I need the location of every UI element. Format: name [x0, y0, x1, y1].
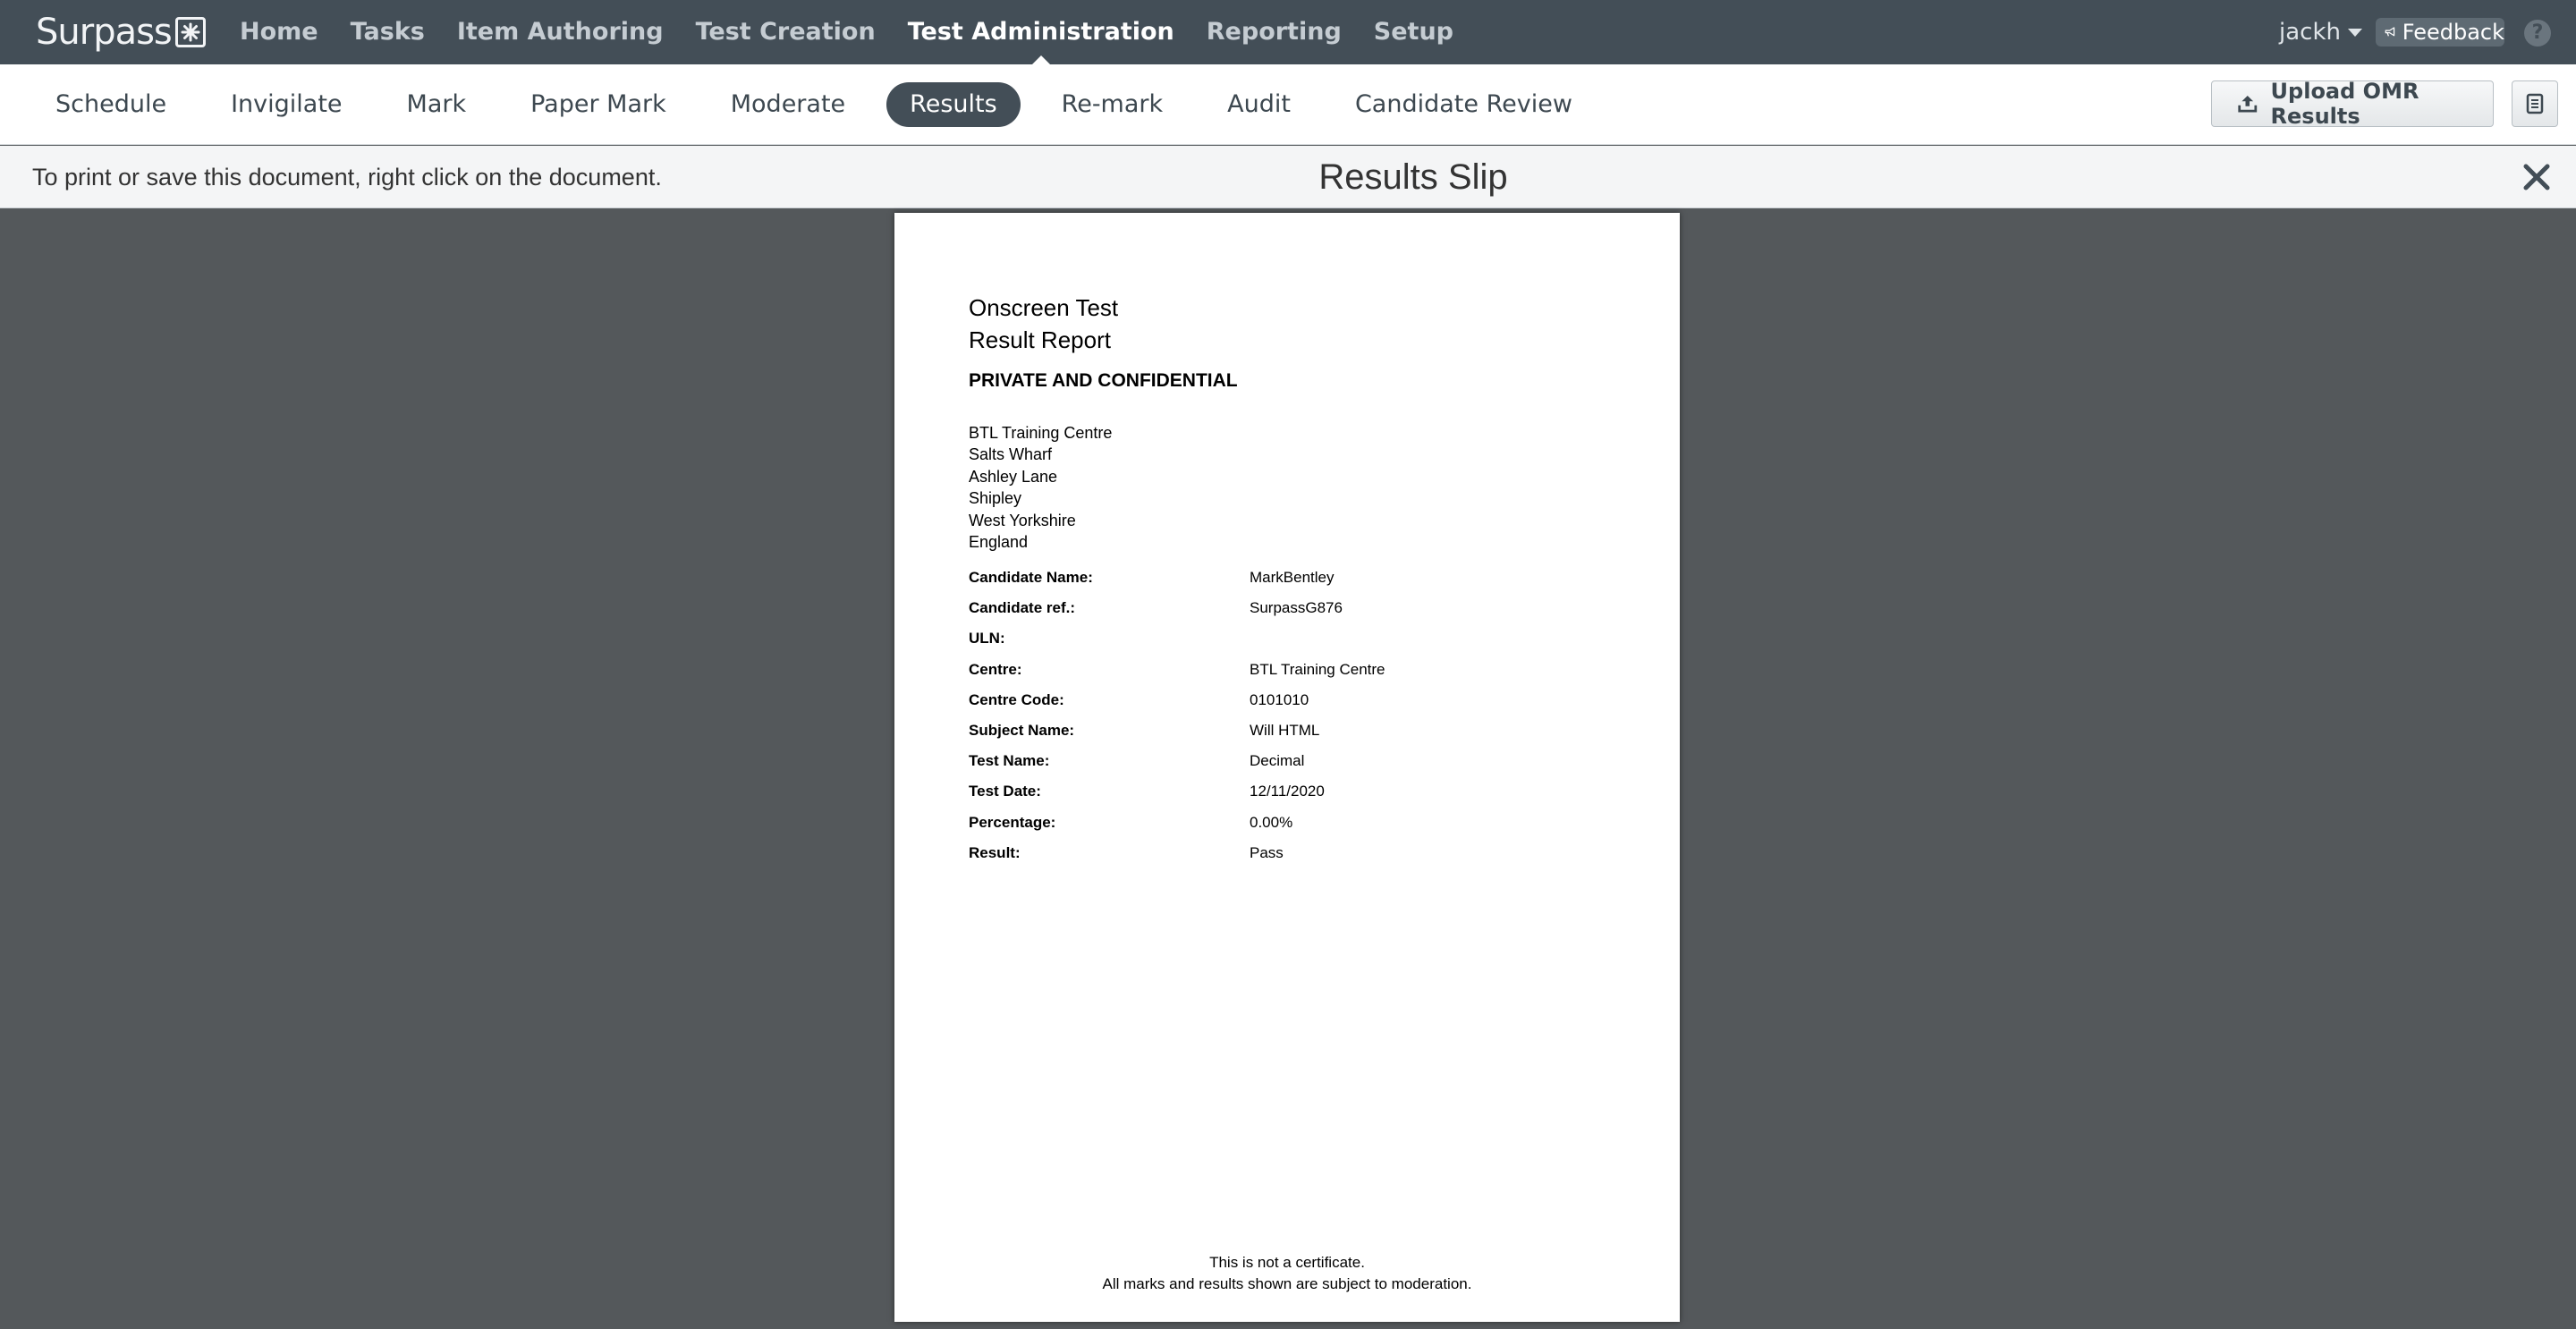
field-row: Centre Code: 0101010: [969, 691, 1385, 722]
nav-test-administration[interactable]: Test Administration: [908, 0, 1174, 64]
tab-schedule[interactable]: Schedule: [32, 82, 190, 127]
close-icon: [2523, 164, 2550, 190]
nav-tasks[interactable]: Tasks: [351, 0, 425, 64]
field-value: SurpassG876: [1250, 599, 1343, 617]
result-fields: Candidate Name: MarkBentley Candidate re…: [969, 569, 1385, 875]
sub-navigation: Schedule Invigilate Mark Paper Mark Mode…: [32, 82, 1614, 127]
feedback-label: Feedback: [2402, 20, 2504, 45]
result-report-page[interactable]: Onscreen Test Result Report PRIVATE AND …: [894, 213, 1680, 1322]
logo-text: Surpass: [36, 12, 173, 53]
address-line: West Yorkshire: [969, 511, 1076, 529]
field-row: Candidate Name: MarkBentley: [969, 569, 1385, 599]
address-line: Shipley: [969, 489, 1022, 508]
field-row: Centre: BTL Training Centre: [969, 661, 1385, 691]
footer-line1: This is not a certificate.: [1209, 1254, 1365, 1271]
field-row: Percentage: 0.00%: [969, 814, 1385, 844]
document-viewer[interactable]: Onscreen Test Result Report PRIVATE AND …: [0, 209, 2576, 1329]
field-label: Percentage:: [969, 813, 1056, 831]
field-label: Candidate Name:: [969, 569, 1093, 586]
tab-mark[interactable]: Mark: [384, 82, 490, 127]
field-row: Result: Pass: [969, 844, 1385, 875]
field-label: Test Date:: [969, 783, 1041, 800]
centre-address: BTL Training Centre Salts Wharf Ashley L…: [969, 422, 1112, 553]
address-line: BTL Training Centre: [969, 424, 1113, 442]
footer-line2: All marks and results shown are subject …: [1102, 1275, 1472, 1292]
field-label: Centre Code:: [969, 690, 1064, 708]
field-value: 12/11/2020: [1250, 783, 1325, 800]
tab-results[interactable]: Results: [886, 82, 1021, 127]
nav-item-authoring[interactable]: Item Authoring: [457, 0, 664, 64]
field-value: 0101010: [1250, 690, 1309, 708]
address-line: Ashley Lane: [969, 467, 1058, 486]
feedback-button[interactable]: Feedback: [2376, 18, 2504, 47]
upload-icon: [2238, 95, 2258, 113]
field-label: Subject Name:: [969, 721, 1075, 739]
close-button[interactable]: [2521, 161, 2553, 193]
field-row: ULN:: [969, 630, 1385, 660]
tab-moderate[interactable]: Moderate: [708, 82, 869, 127]
user-menu[interactable]: jackh: [2279, 0, 2362, 64]
address-line: Salts Wharf: [969, 445, 1053, 464]
field-row: Test Name: Decimal: [969, 752, 1385, 783]
document-icon: [2526, 93, 2544, 114]
document-header: To print or save this document, right cl…: [0, 146, 2576, 208]
field-row: Candidate ref.: SurpassG876: [969, 599, 1385, 630]
report-title-line1: Onscreen Test: [969, 294, 1119, 321]
field-value: Pass: [1250, 843, 1284, 861]
document-title: Results Slip: [1318, 157, 1508, 197]
nav-reporting[interactable]: Reporting: [1207, 0, 1342, 64]
nav-setup[interactable]: Setup: [1374, 0, 1453, 64]
field-value: MarkBentley: [1250, 569, 1335, 586]
chevron-down-icon: [2348, 29, 2362, 37]
surpass-logo[interactable]: Surpass: [36, 7, 206, 57]
tab-audit[interactable]: Audit: [1204, 82, 1314, 127]
field-value: 0.00%: [1250, 813, 1293, 831]
upload-omr-results-button[interactable]: Upload OMR Results: [2211, 79, 2494, 129]
field-label: Test Name:: [969, 752, 1050, 770]
nav-test-creation[interactable]: Test Creation: [696, 0, 876, 64]
main-navigation: Home Tasks Item Authoring Test Creation …: [240, 0, 1486, 64]
field-label: Candidate ref.:: [969, 599, 1076, 617]
field-label: Centre:: [969, 660, 1022, 678]
help-button[interactable]: ?: [2524, 20, 2551, 47]
report-title-line2: Result Report: [969, 326, 1111, 353]
print-hint: To print or save this document, right cl…: [32, 164, 662, 190]
user-name: jackh: [2279, 19, 2341, 46]
tab-paper-mark[interactable]: Paper Mark: [507, 82, 690, 127]
field-label: ULN:: [969, 630, 1005, 648]
megaphone-icon: [2385, 27, 2395, 37]
address-line: England: [969, 533, 1029, 552]
field-value: BTL Training Centre: [1250, 660, 1385, 678]
report-footer: This is not a certificate. All marks and…: [894, 1252, 1680, 1295]
confidential-label: PRIVATE AND CONFIDENTIAL: [969, 370, 1238, 391]
upload-button-label: Upload OMR Results: [2270, 79, 2419, 129]
tab-candidate-review[interactable]: Candidate Review: [1332, 82, 1596, 127]
nav-home[interactable]: Home: [240, 0, 318, 64]
field-value: Decimal: [1250, 752, 1305, 770]
field-value: Will HTML: [1250, 721, 1320, 739]
field-row: Test Date: 12/11/2020: [969, 783, 1385, 813]
field-label: Result:: [969, 843, 1021, 861]
tab-invigilate[interactable]: Invigilate: [208, 82, 365, 127]
field-row: Subject Name: Will HTML: [969, 722, 1385, 752]
top-navigation-bar: Surpass Home Tasks Item Authoring Test C…: [0, 0, 2576, 64]
report-title: Onscreen Test Result Report: [969, 292, 1118, 356]
document-button[interactable]: [2512, 80, 2558, 127]
snowflake-icon: [174, 17, 206, 47]
tab-re-mark[interactable]: Re-mark: [1038, 82, 1186, 127]
sub-navigation-bar: Schedule Invigilate Mark Paper Mark Mode…: [0, 64, 2576, 145]
